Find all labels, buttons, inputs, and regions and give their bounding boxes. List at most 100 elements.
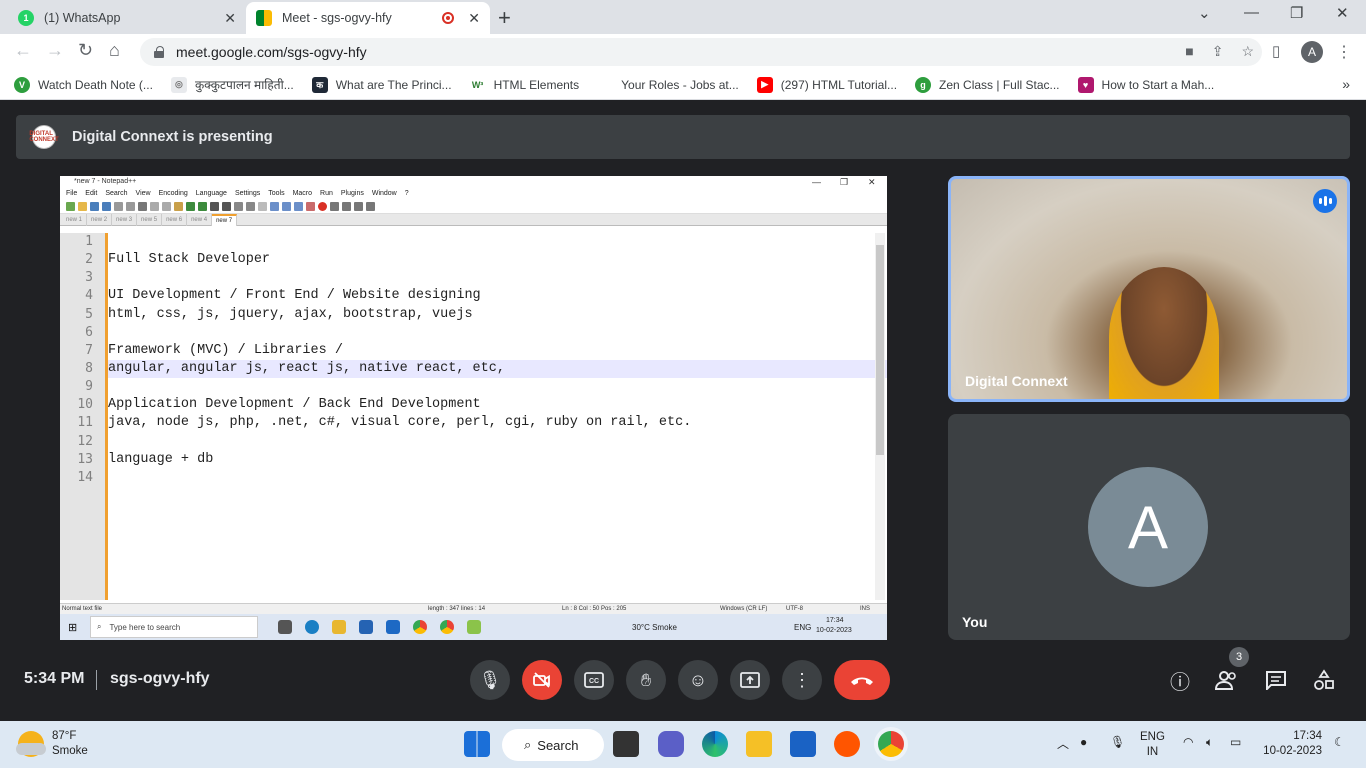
soundcloud-icon[interactable] bbox=[834, 731, 860, 757]
indent-guide-icon bbox=[294, 202, 303, 211]
new-tab-button[interactable]: + bbox=[498, 5, 511, 31]
camera-off-button[interactable] bbox=[522, 660, 562, 700]
microphone-tray-icon[interactable]: 🎙︎ bbox=[1110, 735, 1125, 749]
play-macro-icon bbox=[342, 202, 351, 211]
tab-meet[interactable]: Meet - sgs-ogvy-hfy ✕ bbox=[246, 2, 490, 34]
back-button[interactable]: ← bbox=[14, 40, 32, 61]
weather-widget[interactable]: 87°F Smoke bbox=[16, 729, 88, 759]
tray-overflow-icon[interactable]: ︿ bbox=[1057, 735, 1069, 752]
bookmark-item[interactable]: ▶ (297) HTML Tutorial... bbox=[756, 76, 898, 93]
bookmark-star-icon[interactable]: ☆ bbox=[1241, 43, 1254, 60]
code-line: Framework (MVC) / Libraries / bbox=[108, 342, 343, 358]
microsoft-store-icon[interactable] bbox=[790, 731, 816, 757]
close-window-button[interactable]: ✕ bbox=[1336, 4, 1349, 22]
taskbar-search-button[interactable]: ⌕ Search bbox=[502, 729, 604, 761]
activities-icon[interactable] bbox=[1311, 667, 1337, 693]
windows-start-icon[interactable] bbox=[464, 731, 490, 757]
bookmark-item[interactable]: Your Roles - Jobs at... bbox=[597, 76, 739, 93]
participant-tile-presenter[interactable]: Digital Connext bbox=[948, 176, 1350, 402]
tab-strip: 1 (1) WhatsApp ✕ Meet - sgs-ogvy-hfy ✕ +… bbox=[0, 0, 1366, 34]
home-button[interactable]: ⌂ bbox=[109, 40, 120, 61]
new-file-icon bbox=[66, 202, 75, 211]
address-bar[interactable]: meet.google.com/sgs-ogvy-hfy ■ ⇪ ☆ bbox=[140, 38, 1262, 66]
people-icon[interactable] bbox=[1214, 667, 1240, 693]
edge-icon[interactable] bbox=[702, 731, 728, 757]
browser-toolbar: ← → ↻ ⌂ meet.google.com/sgs-ogvy-hfy ■ ⇪… bbox=[0, 34, 1366, 70]
menu-dots-icon[interactable]: ⋮ bbox=[1336, 42, 1352, 62]
code-line: html, css, js, jquery, ajax, bootstrap, … bbox=[108, 306, 473, 322]
participant-tile-self[interactable]: A You bbox=[948, 414, 1350, 640]
bookmark-label: Zen Class | Full Stac... bbox=[939, 77, 1060, 92]
meet-tray-icon[interactable]: ● bbox=[1080, 735, 1087, 749]
windows-taskbar: 87°F Smoke ⌕ Search ︿ ● 🎙︎ ENG IN ◠ 🔈︎ ▭… bbox=[0, 721, 1366, 768]
wifi-icon[interactable]: ◠ bbox=[1183, 735, 1193, 749]
leave-call-button[interactable] bbox=[834, 660, 890, 700]
more-bookmarks-icon[interactable]: » bbox=[1342, 76, 1350, 92]
status-file-type: Normal text file bbox=[62, 606, 103, 612]
shared-screen: *new 7 - Notepad++ — ❐ ✕ File Edit Searc… bbox=[60, 176, 887, 640]
more-options-button[interactable]: ⋮ bbox=[782, 660, 822, 700]
restore-button[interactable]: ❐ bbox=[1290, 4, 1303, 22]
bookmark-label: (297) HTML Tutorial... bbox=[780, 77, 898, 92]
menu-item: Edit bbox=[85, 190, 98, 197]
bookmark-item[interactable]: ♥ How to Start a Mah... bbox=[1077, 76, 1215, 93]
line-number: 10 bbox=[77, 397, 93, 413]
bookmark-item[interactable]: क What are The Princi... bbox=[311, 76, 452, 93]
show-symbols-icon bbox=[282, 202, 291, 211]
file-explorer-icon[interactable] bbox=[746, 731, 772, 757]
task-view-icon[interactable] bbox=[613, 731, 639, 757]
captions-icon: CC bbox=[584, 672, 604, 688]
close-tab-icon[interactable]: ✕ bbox=[224, 10, 236, 27]
remote-time: 17:34 bbox=[826, 617, 844, 624]
chrome-icon[interactable] bbox=[878, 731, 904, 757]
store-icon bbox=[359, 620, 373, 634]
status-position: Ln : 8 Col : 50 Pos : 205 bbox=[562, 606, 627, 612]
share-icon[interactable]: ⇪ bbox=[1212, 43, 1224, 60]
teams-chat-icon[interactable] bbox=[658, 731, 684, 757]
camera-icon[interactable]: ■ bbox=[1185, 43, 1193, 60]
meeting-details-icon[interactable]: ⓘ bbox=[1167, 667, 1193, 694]
status-encoding: UTF-8 bbox=[786, 606, 803, 612]
reactions-button[interactable]: ☺ bbox=[678, 660, 718, 700]
reload-button[interactable]: ↻ bbox=[78, 40, 93, 61]
microphone-icon: 🎙︎ bbox=[478, 669, 502, 690]
bookmark-item[interactable]: W³ HTML Elements bbox=[469, 76, 579, 93]
find-icon bbox=[210, 202, 219, 211]
tab-search-icon[interactable]: ⌄ bbox=[1198, 4, 1211, 22]
bookmark-label: How to Start a Mah... bbox=[1101, 77, 1215, 92]
captions-button[interactable]: CC bbox=[574, 660, 614, 700]
bookmark-item[interactable]: V Watch Death Note (... bbox=[14, 76, 153, 93]
lock-icon[interactable] bbox=[154, 46, 164, 58]
present-button[interactable] bbox=[730, 660, 770, 700]
language-code: ENG bbox=[1140, 731, 1165, 743]
notepad-tabs: new 1 new 2 new 3 new 5 new 6 new 4 new … bbox=[60, 214, 887, 226]
emoji-icon: ☺ bbox=[688, 669, 708, 690]
taskbar-clock[interactable]: 17:34 10-02-2023 bbox=[1262, 729, 1322, 759]
side-panel-icon[interactable]: ▯ bbox=[1272, 42, 1280, 60]
forward-button[interactable]: → bbox=[46, 40, 64, 61]
run-macro-icon bbox=[354, 202, 363, 211]
bookmark-item[interactable]: ◎ कुक्कुटपालन माहिती... bbox=[170, 76, 294, 93]
night-mode-icon[interactable]: ☾ bbox=[1334, 735, 1345, 749]
chat-icon[interactable] bbox=[1263, 667, 1289, 693]
line-number: 11 bbox=[77, 415, 93, 431]
url-text: meet.google.com/sgs-ogvy-hfy bbox=[176, 44, 367, 60]
bookmark-item[interactable]: g Zen Class | Full Stac... bbox=[915, 76, 1060, 93]
volume-icon[interactable]: 🔈︎ bbox=[1206, 735, 1213, 750]
language-indicator[interactable]: ENG IN bbox=[1140, 730, 1165, 760]
presenting-text: Digital Connext is presenting bbox=[72, 129, 273, 145]
file-tab: new 6 bbox=[162, 214, 188, 226]
battery-icon[interactable]: ▭ bbox=[1230, 735, 1241, 749]
minimize-button[interactable]: — bbox=[1244, 4, 1259, 21]
print-icon bbox=[138, 202, 147, 211]
tab-title: Meet - sgs-ogvy-hfy bbox=[282, 11, 392, 25]
profile-avatar[interactable]: A bbox=[1301, 41, 1323, 63]
microphone-button[interactable]: 🎙︎ bbox=[470, 660, 510, 700]
tab-whatsapp[interactable]: 1 (1) WhatsApp ✕ bbox=[8, 2, 246, 34]
bookmark-label: Watch Death Note (... bbox=[38, 77, 153, 92]
bookmark-favicon-icon: g bbox=[915, 76, 932, 93]
line-number: 5 bbox=[85, 306, 93, 322]
file-tab: new 1 bbox=[62, 214, 88, 226]
close-tab-icon[interactable]: ✕ bbox=[468, 10, 480, 27]
raise-hand-button[interactable]: ✋︎ bbox=[626, 660, 666, 700]
